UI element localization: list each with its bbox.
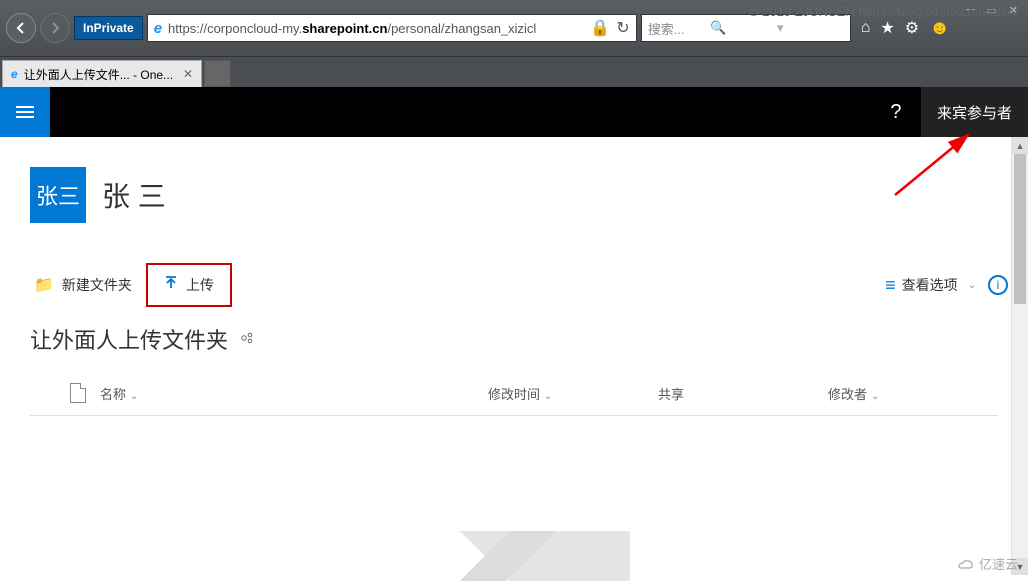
browser-tab-bar: e 让外面人上传文件... - One... ✕ [0,57,1028,87]
upload-label: 上传 [186,275,214,295]
watermark-brand: 亿速云 [955,554,1018,573]
forward-button[interactable] [40,13,70,43]
back-button[interactable] [6,13,36,43]
folder-icon: 📁 [34,275,54,295]
hamburger-icon [16,106,34,118]
guest-participant-label[interactable]: 来宾参与者 [921,87,1028,137]
help-button[interactable]: ? [871,101,921,124]
site-header: 张三 张 三 [0,137,1028,253]
share-icon[interactable] [240,331,254,348]
upload-highlight-annotation: 上传 [146,263,232,307]
browser-tab[interactable]: e 让外面人上传文件... - One... ✕ [2,60,202,87]
list-icon: ≡ [885,275,896,296]
view-options-button[interactable]: ≡ 查看选项 ⌄ [885,275,976,296]
info-button[interactable]: i [988,275,1008,295]
column-icon [30,383,100,403]
vertical-scrollbar[interactable]: ▲ ▼ [1011,137,1028,575]
site-title: 张 三 [102,175,166,215]
decorative-shadow [370,531,630,581]
folder-title: 让外面人上传文件夹 [30,323,228,355]
app-launcher-button[interactable] [0,87,50,137]
file-list-table: 名称⌄ 修改时间⌄ 共享 修改者⌄ [0,371,1028,416]
column-author-header[interactable]: 修改者⌄ [828,384,998,403]
column-name-header[interactable]: 名称⌄ [100,384,488,403]
url-text: https://corponcloud-my.sharepoint.cn/per… [168,21,584,36]
search-placeholder: 搜索... [648,19,711,38]
refresh-icon[interactable]: ↻ [616,18,629,38]
lock-icon: 🔒 [590,18,610,38]
settings-icon[interactable]: ⚙ [905,18,919,38]
home-icon[interactable]: ⌂ [861,19,871,37]
folder-title-row: 让外面人上传文件夹 [0,317,1028,371]
view-options-label: 查看选项 [902,275,958,295]
tab-close-icon[interactable]: ✕ [183,67,193,81]
inprivate-badge: InPrivate [74,16,143,40]
chevron-down-icon: ⌄ [968,280,976,291]
column-modified-header[interactable]: 修改时间⌄ [488,384,658,403]
new-folder-button[interactable]: 📁 新建文件夹 [20,267,146,303]
chevron-down-icon: ⌄ [544,391,552,402]
scroll-thumb[interactable] [1014,154,1026,304]
search-icon[interactable]: 🔍 [710,20,773,36]
scroll-up-button[interactable]: ▲ [1012,137,1028,154]
column-share-header[interactable]: 共享 [658,384,828,403]
file-type-icon [70,383,86,403]
command-bar: 📁 新建文件夹 上传 ≡ 查看选项 ⌄ i [0,253,1028,317]
watermark-copyright: © 2019 ZJUNSEN https://blog.51cto.com/rd… [749,4,1018,19]
chevron-down-icon: ⌄ [871,391,879,402]
tab-title: 让外面人上传文件... - One... [24,66,173,83]
ie-favicon: e [154,20,162,37]
table-header-row: 名称⌄ 修改时间⌄ 共享 修改者⌄ [30,371,998,416]
tab-favicon: e [11,67,18,81]
smiley-icon[interactable]: ☻ [929,17,950,40]
address-bar[interactable]: e https://corponcloud-my.sharepoint.cn/p… [147,14,637,42]
site-logo: 张三 [30,167,86,223]
favorites-icon[interactable]: ★ [880,18,894,38]
chevron-down-icon: ⌄ [130,391,138,402]
upload-icon [164,276,178,295]
new-tab-button[interactable] [204,60,231,87]
new-folder-label: 新建文件夹 [62,275,132,295]
upload-button[interactable]: 上传 [150,267,228,303]
sharepoint-header: ? 来宾参与者 [0,87,1028,137]
